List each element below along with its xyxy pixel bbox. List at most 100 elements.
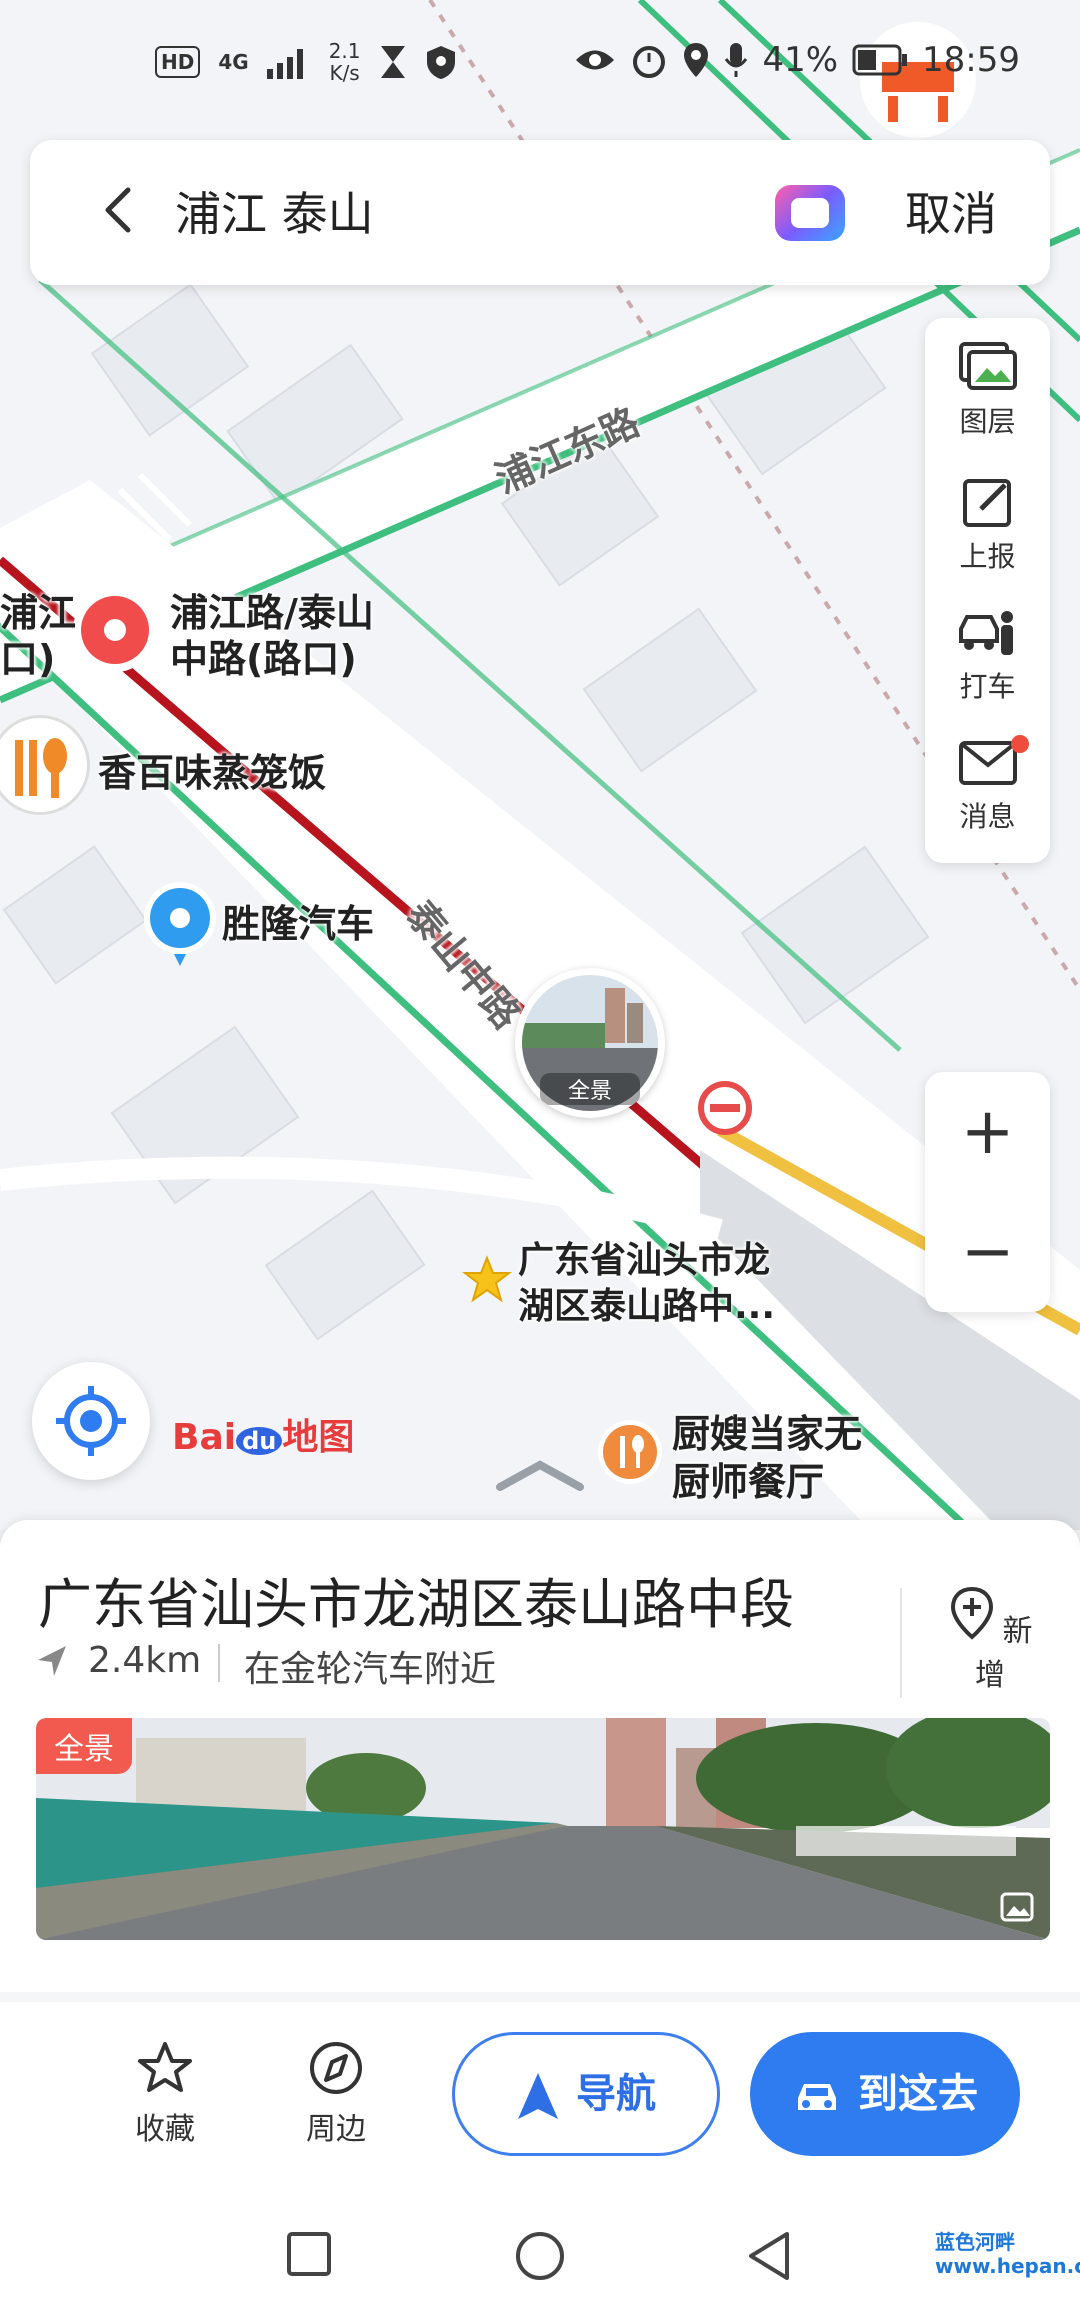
streetview-bubble[interactable]: 全景 — [515, 968, 665, 1118]
tool-layers[interactable]: 图层 — [925, 328, 1050, 453]
place-detail-card: 广东省汕头市龙湖区泰山路中段 2.4km 在金轮汽车附近 新增 全景 收藏 周边… — [0, 1520, 1080, 2310]
taxi-icon — [958, 611, 1013, 655]
navigation-arrow-icon — [518, 2073, 558, 2119]
section-separator — [0, 1992, 1080, 2002]
cancel-button[interactable]: 取消 — [905, 178, 997, 244]
streetview-badge: 全景 — [540, 1073, 640, 1105]
tool-taxi[interactable]: 打车 — [925, 593, 1050, 718]
screen: 浦江东路 泰山中路 浦江路/泰山 中路(路口) 浦江 口) 香百味蒸笼饭 胜隆汽… — [0, 0, 1080, 2310]
poi-selected-line2: 湖区泰山路中... — [518, 1286, 776, 1327]
layers-icon — [958, 342, 1017, 390]
crosshair-icon — [56, 1386, 126, 1456]
poi-intersection-left-label[interactable]: 浦江 口) — [0, 590, 76, 682]
hourglass-icon — [380, 46, 405, 78]
poi-intersection-line1: 浦江路/泰山 — [170, 591, 374, 635]
unread-dot — [1011, 735, 1029, 753]
restaurant-poi-icon[interactable] — [0, 715, 90, 815]
speed-unit: K/s — [329, 61, 360, 85]
add-location-icon — [951, 1586, 994, 1640]
chevron-left-icon — [105, 187, 131, 233]
poi-restaurant2-line1: 厨嫂当家无 — [672, 1412, 863, 1456]
divider — [218, 1644, 220, 1682]
utensils-icon — [598, 1420, 662, 1484]
poi-intersection-line2: 中路(路口) — [170, 637, 357, 681]
restaurant2-poi-marker[interactable] — [595, 1418, 665, 1498]
direction-arrow-icon — [38, 1646, 66, 1676]
square-icon — [287, 2232, 331, 2276]
nearby-landmark: 在金轮汽车附近 — [244, 1649, 497, 1690]
tool-report-label: 上报 — [959, 540, 1016, 573]
star-icon — [462, 1255, 512, 1303]
voice-assistant-button[interactable] — [775, 185, 845, 241]
navigate-button[interactable]: 导航 — [452, 2032, 720, 2156]
tool-report[interactable]: 上报 — [925, 463, 1050, 588]
panorama-preview[interactable]: 全景 — [36, 1718, 1050, 1940]
microphone-icon — [725, 43, 748, 77]
hd-badge: HD — [155, 46, 201, 78]
circle-icon — [516, 2232, 564, 2280]
panorama-image — [36, 1718, 1050, 1940]
go-here-button[interactable]: 到这去 — [750, 2032, 1020, 2156]
tool-message-label: 消息 — [959, 800, 1016, 833]
shield-icon — [426, 46, 455, 79]
add-place-button[interactable]: 新增 — [940, 1585, 1040, 1695]
place-title: 广东省汕头市龙湖区泰山路中段 — [38, 1573, 794, 1636]
favorite-button[interactable]: 收藏 — [115, 2040, 215, 2148]
signal-icon — [266, 49, 303, 79]
poi-restaurant2-line2: 厨师餐厅 — [672, 1460, 825, 1504]
battery-percent: 41% — [762, 40, 839, 80]
speed-value: 2.1 — [328, 39, 361, 63]
nearby-button[interactable]: 周边 — [286, 2040, 386, 2148]
distance: 2.4km — [88, 1640, 202, 1681]
utensils-icon — [15, 738, 67, 798]
map-tool-panel: 图层 上报 打车 消息 — [925, 318, 1050, 863]
poi-restaurant2-label[interactable]: 厨嫂当家无 厨师餐厅 — [672, 1410, 862, 1506]
triangle-back-icon — [749, 2232, 789, 2280]
tool-taxi-label: 打车 — [959, 670, 1016, 703]
expand-chevron-icon[interactable] — [490, 1455, 590, 1495]
report-icon — [962, 479, 1011, 527]
locate-me-button[interactable] — [32, 1362, 150, 1480]
back-nav-button[interactable] — [745, 2230, 793, 2286]
home-button[interactable] — [514, 2230, 566, 2286]
zoom-controls: + − — [925, 1072, 1050, 1312]
network-speed: 2.1 K/s — [329, 40, 361, 84]
system-nav-bar: 蓝色河畔 www.hepan.com — [0, 2200, 1080, 2310]
panorama-badge: 全景 — [36, 1718, 132, 1774]
back-button[interactable] — [90, 180, 150, 240]
selected-location-star-icon[interactable] — [462, 1255, 512, 1305]
poi-left-line1: 浦江 — [0, 591, 77, 635]
go-here-label: 到这去 — [858, 2071, 978, 2117]
recents-button[interactable] — [285, 2230, 333, 2282]
poi-left-line2: 口) — [0, 637, 56, 681]
car-icon — [798, 2084, 836, 2110]
tool-message[interactable]: 消息 — [925, 723, 1050, 848]
assistant-icon — [791, 198, 829, 228]
zoom-in-button[interactable]: + — [925, 1072, 1050, 1192]
map-pin-icon — [144, 882, 216, 966]
poi-selected-line1: 广东省汕头市龙 — [518, 1240, 771, 1281]
vertical-divider — [900, 1588, 902, 1698]
navigate-label: 导航 — [576, 2071, 656, 2117]
auto-shop-poi-marker[interactable] — [140, 880, 220, 970]
poi-auto-shop-label[interactable]: 胜隆汽车 — [222, 893, 374, 948]
star-outline-icon — [138, 2042, 192, 2092]
eye-icon — [576, 50, 615, 70]
baidu-map-logo: Bai du 地图 — [172, 1417, 355, 1458]
poi-intersection-label[interactable]: 浦江路/泰山 中路(路口) — [170, 590, 374, 682]
alarm-icon — [633, 46, 666, 78]
gallery-icon — [1000, 1892, 1034, 1922]
message-icon — [958, 741, 1017, 785]
compass-icon — [310, 2042, 362, 2094]
poi-restaurant1-label[interactable]: 香百味蒸笼饭 — [98, 742, 326, 797]
network-type: 4G — [218, 50, 249, 74]
poi-selected-label[interactable]: 广东省汕头市龙 湖区泰山路中... — [518, 1238, 775, 1330]
intersection-poi-marker[interactable] — [70, 585, 160, 690]
search-input[interactable]: 浦江 泰山 — [175, 178, 374, 244]
battery-icon — [852, 44, 908, 76]
clock: 18:59 — [922, 40, 1020, 80]
location-icon — [684, 43, 709, 77]
map-pin-icon — [73, 588, 157, 672]
zoom-out-button[interactable]: − — [925, 1192, 1050, 1312]
nearby-label: 周边 — [306, 2112, 366, 2147]
